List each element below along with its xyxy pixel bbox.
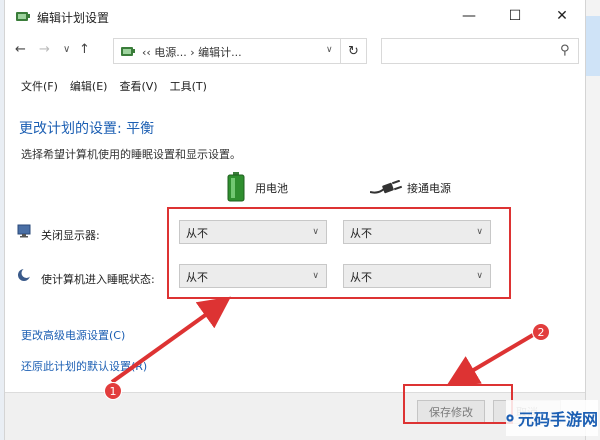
- step-badge-1: 1: [104, 382, 122, 400]
- menu-item-edit[interactable]: 编辑(E): [66, 74, 112, 98]
- power-options-icon: [121, 47, 135, 56]
- sleep-label: 使计算机进入睡眠状态:: [41, 273, 155, 286]
- column-header-on-battery: 用电池: [255, 182, 288, 195]
- search-input[interactable]: ⚲: [381, 38, 579, 64]
- address-chevron-down-icon[interactable]: ∨: [326, 45, 333, 55]
- menu-item-tools[interactable]: 工具(T): [166, 74, 211, 98]
- column-header-plugged-in: 接通电源: [407, 182, 451, 195]
- edit-plan-settings-window: 编辑计划设置 — ☐ ✕ ← → ∨ ↑ ‹‹ 电源... › 编辑计... ∨…: [4, 0, 586, 440]
- page-description: 选择希望计算机使用的睡眠设置和显示设置。: [21, 148, 241, 161]
- moon-icon: [18, 268, 31, 281]
- annotation-highlight-box: [167, 207, 511, 299]
- step-badge-2: 2: [532, 323, 550, 341]
- menu-item-file[interactable]: 文件(F): [17, 74, 62, 98]
- up-arrow-icon[interactable]: ↑: [79, 42, 90, 57]
- watermark: 元码手游网: [506, 400, 598, 436]
- minimize-button[interactable]: —: [446, 0, 492, 32]
- background-window-edge: [586, 0, 600, 440]
- screenshot: 编辑计划设置 — ☐ ✕ ← → ∨ ↑ ‹‹ 电源... › 编辑计... ∨…: [0, 0, 600, 440]
- battery-icon: [227, 172, 245, 202]
- page-title: 更改计划的设置: 平衡: [19, 121, 155, 137]
- monitor-icon: [17, 224, 31, 238]
- turn-off-display-label: 关闭显示器:: [41, 229, 100, 242]
- power-options-icon: [16, 12, 30, 21]
- selection-highlight: [586, 16, 600, 76]
- address-bar[interactable]: ‹‹ 电源... › 编辑计... ∨: [113, 38, 341, 64]
- search-icon[interactable]: ⚲: [560, 43, 570, 58]
- advanced-power-settings-link[interactable]: 更改高级电源设置(C): [21, 327, 125, 343]
- breadcrumb[interactable]: ‹‹ 电源... › 编辑计...: [142, 44, 242, 60]
- window-title: 编辑计划设置: [37, 11, 110, 25]
- annotation-save-box: [403, 384, 513, 424]
- restore-defaults-link[interactable]: 还原此计划的默认设置(R): [21, 358, 147, 374]
- close-button[interactable]: ✕: [539, 0, 585, 32]
- back-arrow-icon[interactable]: ←: [15, 42, 26, 57]
- forward-arrow-icon[interactable]: →: [39, 42, 50, 57]
- maximize-button[interactable]: ☐: [492, 0, 538, 32]
- menu-bar: 文件(F) 编辑(E) 查看(V) 工具(T): [5, 74, 585, 98]
- watermark-logo-icon: [506, 414, 514, 422]
- watermark-text: 元码手游网: [517, 410, 598, 429]
- recent-locations-chevron-icon[interactable]: ∨: [63, 44, 70, 55]
- menu-item-view[interactable]: 查看(V): [115, 74, 161, 98]
- title-bar[interactable]: 编辑计划设置 — ☐ ✕: [5, 0, 585, 32]
- power-plug-icon: [370, 180, 403, 194]
- navigation-bar: ← → ∨ ↑ ‹‹ 电源... › 编辑计... ∨ ↻ ⚲: [5, 34, 585, 68]
- refresh-button[interactable]: ↻: [341, 38, 367, 64]
